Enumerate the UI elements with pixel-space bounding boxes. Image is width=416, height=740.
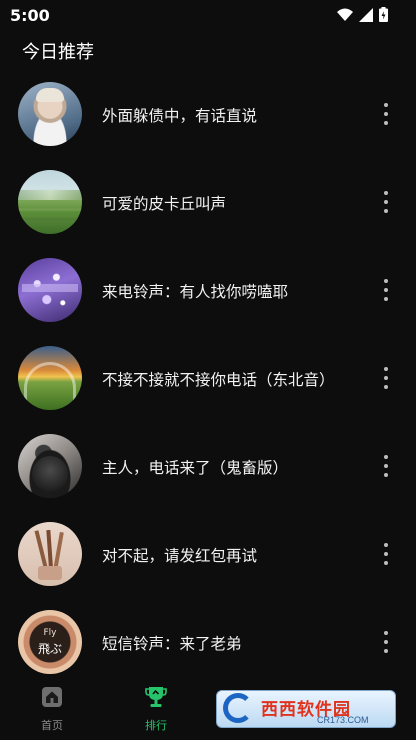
watermark-url: CR173.COM (317, 715, 369, 725)
more-icon[interactable] (376, 364, 396, 392)
nav-home-label: 首页 (41, 719, 63, 732)
ringtone-list: 外面躲债中，有话直说 可爱的皮卡丘叫声 来电铃声：有人找你唠嗑耶 不接不接就不接… (0, 70, 416, 686)
signal-icon (359, 7, 373, 22)
section-title: 今日推荐 (22, 42, 94, 63)
more-icon[interactable] (376, 100, 396, 128)
item-title: 短信铃声：来了老弟 (102, 635, 242, 653)
nav-rank[interactable]: 排行 (116, 680, 196, 740)
more-icon[interactable] (376, 628, 396, 656)
list-item[interactable]: 不接不接就不接你电话（东北音） (0, 334, 416, 422)
item-title: 主人，电话来了（鬼畜版） (102, 459, 289, 477)
avatar (18, 170, 82, 234)
avatar (18, 434, 82, 498)
avatar (18, 346, 82, 410)
list-item[interactable]: 主人，电话来了（鬼畜版） (0, 422, 416, 510)
nav-home[interactable]: 首页 (12, 680, 92, 740)
watermark-c-icon (223, 693, 253, 723)
item-title: 对不起，请发红包再试 (102, 547, 258, 565)
status-time: 5:00 (10, 6, 50, 25)
list-item[interactable]: 来电铃声：有人找你唠嗑耶 (0, 246, 416, 334)
status-icons (337, 7, 388, 22)
more-icon[interactable] (376, 276, 396, 304)
nav-rank-label: 排行 (145, 719, 167, 732)
watermark-logo: 西西软件园 CR173.COM (216, 690, 396, 728)
more-icon[interactable] (376, 540, 396, 568)
more-icon[interactable] (376, 188, 396, 216)
item-title: 外面躲债中，有话直说 (102, 107, 258, 125)
home-icon (42, 687, 62, 707)
list-item[interactable]: 可爱的皮卡丘叫声 (0, 158, 416, 246)
avatar-text-line1: Fly (43, 628, 57, 638)
avatar-text-line2: 飛ぶ (37, 642, 62, 656)
status-bar: 5:00 (0, 0, 416, 30)
trophy-icon (145, 687, 167, 707)
battery-icon (379, 7, 388, 22)
avatar (18, 258, 82, 322)
more-icon[interactable] (376, 452, 396, 480)
wifi-icon (337, 8, 353, 21)
avatar: Fly 飛ぶ (18, 610, 82, 674)
list-item[interactable]: Fly 飛ぶ 短信铃声：来了老弟 (0, 598, 416, 686)
list-item[interactable]: 对不起，请发红包再试 (0, 510, 416, 598)
item-title: 可爱的皮卡丘叫声 (102, 195, 227, 213)
item-title: 来电铃声：有人找你唠嗑耶 (102, 283, 289, 301)
item-title: 不接不接就不接你电话（东北音） (102, 371, 335, 389)
avatar (18, 522, 82, 586)
avatar (18, 82, 82, 146)
list-item[interactable]: 外面躲债中，有话直说 (0, 70, 416, 158)
